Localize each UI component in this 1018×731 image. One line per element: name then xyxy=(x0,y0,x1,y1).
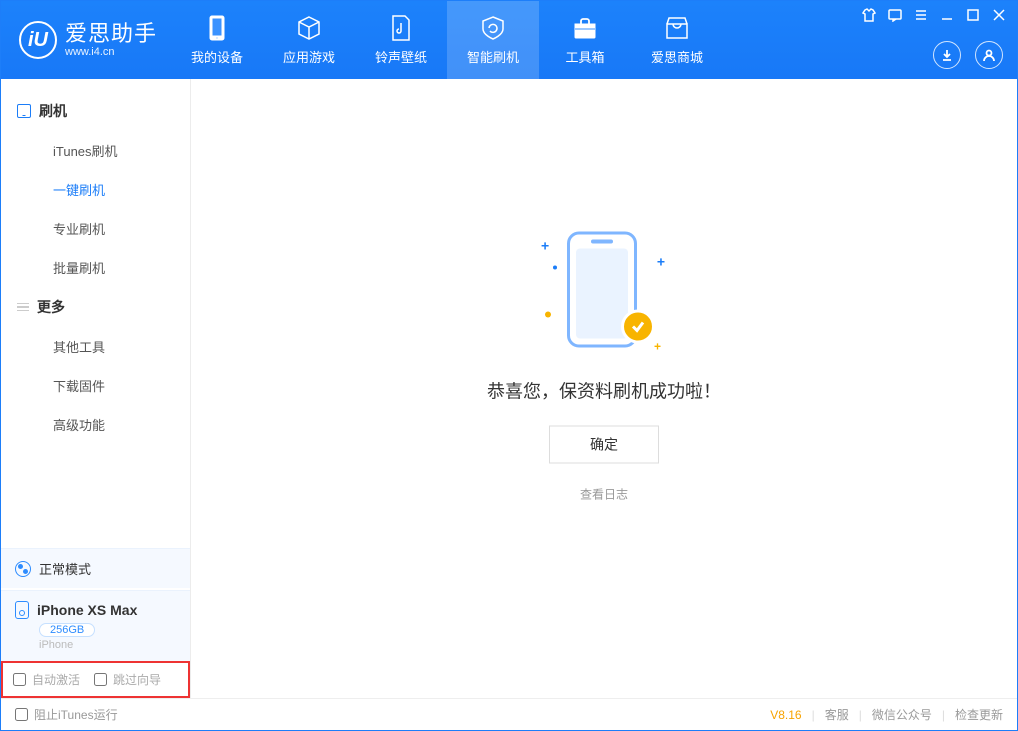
block-itunes-checkbox[interactable]: 阻止iTunes运行 xyxy=(15,706,118,723)
phone-icon xyxy=(17,104,31,118)
auto-activate-checkbox[interactable]: 自动激活 xyxy=(13,671,80,688)
footer-link-support[interactable]: 客服 xyxy=(825,706,849,723)
device-name: iPhone XS Max xyxy=(37,602,137,618)
list-icon xyxy=(17,303,29,312)
block-itunes-label: 阻止iTunes运行 xyxy=(34,706,118,723)
header: iU 爱思助手 www.i4.cn 我的设备 应用游戏 铃声壁纸 智能刷机 xyxy=(1,1,1017,79)
success-panel: + + + 恭喜您，保资料刷机成功啦！ 确定 查看日志 xyxy=(487,225,721,502)
refresh-shield-icon xyxy=(480,15,506,41)
minimize-button[interactable] xyxy=(939,7,955,23)
skip-guide-label: 跳过向导 xyxy=(113,671,161,688)
sidebar-item-oneclick-flash[interactable]: 一键刷机 xyxy=(1,170,190,209)
device-icon xyxy=(15,601,29,619)
sidebar-section-flash: 刷机 xyxy=(1,91,190,131)
success-check-icon xyxy=(621,309,655,343)
footer: 阻止iTunes运行 V8.16 | 客服 | 微信公众号 | 检查更新 xyxy=(1,698,1017,730)
success-illustration: + + + xyxy=(539,225,669,355)
nav-tabs: 我的设备 应用游戏 铃声壁纸 智能刷机 工具箱 爱思商城 xyxy=(171,1,723,79)
mode-icon xyxy=(15,561,31,577)
device-type: iPhone xyxy=(39,639,176,651)
sidebar-item-other-tools[interactable]: 其他工具 xyxy=(1,327,190,366)
sidebar-item-download-fw[interactable]: 下载固件 xyxy=(1,366,190,405)
toolbox-icon xyxy=(572,15,598,41)
sidebar-item-batch-flash[interactable]: 批量刷机 xyxy=(1,248,190,287)
mode-box[interactable]: 正常模式 xyxy=(1,548,190,588)
body: 刷机 iTunes刷机 一键刷机 专业刷机 批量刷机 更多 其他工具 下载固件 … xyxy=(1,79,1017,698)
sparkle-icon: + xyxy=(657,253,665,269)
nav-tab-my-device[interactable]: 我的设备 xyxy=(171,1,263,79)
nav-tab-label: 铃声壁纸 xyxy=(375,47,427,66)
flash-options-highlight: 自动激活 跳过向导 xyxy=(1,661,190,698)
download-manager-button[interactable] xyxy=(933,41,961,69)
app-window: iU 爱思助手 www.i4.cn 我的设备 应用游戏 铃声壁纸 智能刷机 xyxy=(0,0,1018,731)
nav-tab-flash[interactable]: 智能刷机 xyxy=(447,1,539,79)
menu-icon[interactable] xyxy=(913,7,929,23)
music-file-icon xyxy=(388,15,414,41)
skin-icon[interactable] xyxy=(861,7,877,23)
dot-icon xyxy=(545,311,551,317)
sidebar-item-advanced[interactable]: 高级功能 xyxy=(1,405,190,444)
auto-activate-label: 自动激活 xyxy=(32,671,80,688)
nav-tab-label: 爱思商城 xyxy=(651,47,703,66)
store-icon xyxy=(664,15,690,41)
success-message: 恭喜您，保资料刷机成功啦！ xyxy=(487,377,721,403)
nav-tab-store[interactable]: 爱思商城 xyxy=(631,1,723,79)
dot-icon xyxy=(553,265,557,269)
device-icon xyxy=(204,15,230,41)
cube-icon xyxy=(296,15,322,41)
account-button[interactable] xyxy=(975,41,1003,69)
footer-link-wechat[interactable]: 微信公众号 xyxy=(872,706,932,723)
header-right xyxy=(933,41,1003,69)
version-label: V8.16 xyxy=(770,708,801,722)
nav-tab-toolbox[interactable]: 工具箱 xyxy=(539,1,631,79)
footer-right: V8.16 | 客服 | 微信公众号 | 检查更新 xyxy=(770,706,1003,723)
sparkle-icon: + xyxy=(541,237,549,253)
sidebar-item-pro-flash[interactable]: 专业刷机 xyxy=(1,209,190,248)
device-capacity-badge: 256GB xyxy=(39,623,95,637)
sidebar-section-title: 更多 xyxy=(37,297,65,317)
brand-title: 爱思助手 xyxy=(65,22,157,46)
brand-logo-icon: iU xyxy=(19,21,57,59)
maximize-button[interactable] xyxy=(965,7,981,23)
sidebar-item-itunes-flash[interactable]: iTunes刷机 xyxy=(1,131,190,170)
window-controls xyxy=(861,7,1007,23)
sidebar-section-title: 刷机 xyxy=(39,101,67,121)
nav-tab-label: 工具箱 xyxy=(566,47,605,66)
device-box[interactable]: iPhone XS Max 256GB iPhone xyxy=(1,590,190,661)
sidebar-bottom: 正常模式 iPhone XS Max 256GB iPhone 自动激活 跳过向… xyxy=(1,548,190,698)
mode-label: 正常模式 xyxy=(39,559,91,578)
nav-tab-ringtones[interactable]: 铃声壁纸 xyxy=(355,1,447,79)
footer-link-update[interactable]: 检查更新 xyxy=(955,706,1003,723)
feedback-icon[interactable] xyxy=(887,7,903,23)
view-log-link[interactable]: 查看日志 xyxy=(580,485,628,502)
brand-text: 爱思助手 www.i4.cn xyxy=(65,22,157,58)
nav-tab-label: 应用游戏 xyxy=(283,47,335,66)
nav-tab-label: 我的设备 xyxy=(191,47,243,66)
close-button[interactable] xyxy=(991,7,1007,23)
nav-tab-label: 智能刷机 xyxy=(467,47,519,66)
nav-tab-apps[interactable]: 应用游戏 xyxy=(263,1,355,79)
sparkle-icon: + xyxy=(654,339,661,353)
content: + + + 恭喜您，保资料刷机成功啦！ 确定 查看日志 xyxy=(191,79,1017,698)
sidebar-section-more: 更多 xyxy=(1,287,190,327)
brand: iU 爱思助手 www.i4.cn xyxy=(1,1,171,79)
sidebar: 刷机 iTunes刷机 一键刷机 专业刷机 批量刷机 更多 其他工具 下载固件 … xyxy=(1,79,191,698)
ok-button[interactable]: 确定 xyxy=(549,425,659,463)
brand-subtitle: www.i4.cn xyxy=(65,46,157,58)
skip-guide-checkbox[interactable]: 跳过向导 xyxy=(94,671,161,688)
